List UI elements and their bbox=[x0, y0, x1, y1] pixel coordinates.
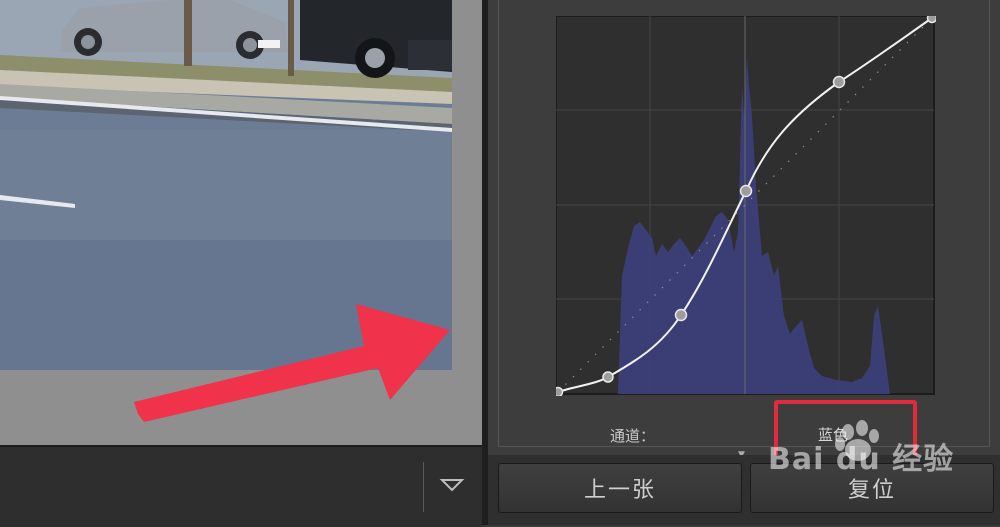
curve-control-point[interactable] bbox=[556, 386, 564, 397]
curve-control-point[interactable] bbox=[602, 371, 614, 383]
previous-button[interactable]: 上一张 bbox=[498, 463, 742, 513]
red-arrow-annotation bbox=[134, 304, 450, 422]
dropdown-toggle-button[interactable] bbox=[432, 465, 472, 505]
channel-label-text: 通道： bbox=[610, 426, 656, 445]
channel-label: 通道： bbox=[610, 424, 655, 446]
tone-curve-graph[interactable] bbox=[556, 16, 936, 396]
curve-control-point[interactable] bbox=[739, 184, 753, 198]
curve-control-point[interactable] bbox=[926, 16, 937, 24]
watermark-text: Bai du 经验 bbox=[768, 442, 955, 477]
curve-control-point[interactable] bbox=[832, 75, 846, 89]
toolbar-separator bbox=[423, 462, 424, 512]
previous-button-label: 上一张 bbox=[583, 478, 656, 503]
chevron-down-icon bbox=[439, 479, 465, 492]
preview-toolbar bbox=[0, 445, 482, 527]
curve-control-point[interactable] bbox=[674, 308, 688, 322]
